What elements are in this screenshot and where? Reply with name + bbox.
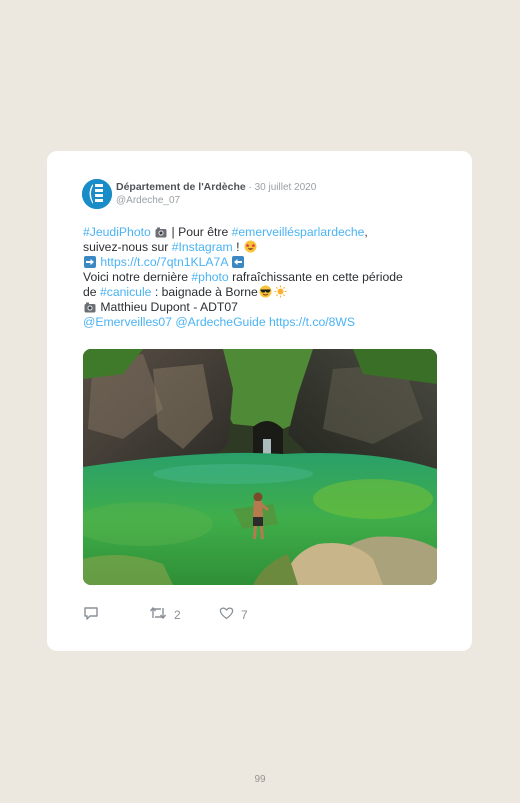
hashtag-link[interactable]: #JeudiPhoto [83,225,151,239]
tweet-photo[interactable] [83,349,437,585]
hashtag-link[interactable]: #photo [191,270,228,284]
tweet-text-segment: de [83,285,100,299]
author-name[interactable]: Département de l'Ardèche [116,181,246,193]
sunglasses-emoji-icon [259,285,272,302]
hashtag-link[interactable]: #canicule [100,285,152,299]
sun-icon [274,285,287,302]
mention-link[interactable]: @Emerveilles07 [83,315,172,329]
hashtag-link[interactable]: #Instagram [172,240,233,254]
reply-button[interactable] [83,606,99,624]
tweet-text: #JeudiPhoto | Pour être #emerveillésparl… [83,225,443,330]
tweet-text-segment: : baignade à Borne [151,285,258,299]
tweet-line: Matthieu Dupont - ADT07 [83,300,443,315]
retweet-button[interactable]: 2 [149,606,181,623]
retweet-icon[interactable] [149,606,167,623]
tweet-card: Département de l'Ardèche · 30 juillet 20… [47,151,472,651]
tweet-line: https://t.co/7qtn1KLA7A [83,255,443,270]
like-count: 7 [241,607,248,622]
photo-credit: Matthieu Dupont - ADT07 [97,300,238,314]
tweet-link[interactable]: https://t.co/8WS [269,315,355,329]
tweet-text-segment: rafraîchissante en cette période [228,270,403,284]
mention-link[interactable]: @ArdecheGuide [175,315,265,329]
tweet-text-segment: suivez-nous sur [83,240,172,254]
like-button[interactable]: 7 [219,606,248,623]
tweet-line: @Emerveilles07 @ArdecheGuide https://t.c… [83,315,443,330]
tweet-text-segment: ! [232,240,240,254]
tweet-link[interactable]: https://t.co/7qtn1KLA7A [100,255,227,269]
tweet-date[interactable]: 30 juillet 2020 [255,182,317,193]
hashtag-link[interactable]: #emerveillésparlardeche [232,225,365,239]
star-struck-emoji-icon [244,240,257,257]
author-handle[interactable]: @Ardeche_07 [116,195,180,206]
tweet-text-segment: , [364,225,368,239]
tweet-text-segment: | Pour être [168,225,232,239]
tweet-author-line: Département de l'Ardèche · 30 juillet 20… [116,181,316,193]
tweet-text-segment: Voici notre dernière [83,270,192,284]
heart-icon[interactable] [219,606,234,623]
page-number: 99 [254,774,266,785]
tweet-line: de #canicule : baignade à Borne [83,285,443,300]
avatar[interactable] [82,179,112,209]
tweet-line: suivez-nous sur #Instagram ! [83,240,443,255]
tweet-actions: 2 7 [83,606,443,622]
retweet-count: 2 [174,607,181,622]
author-separator: · [245,182,255,193]
tweet-line: #JeudiPhoto | Pour être #emerveillésparl… [83,225,443,240]
tweet-line: Voici notre dernière #photo rafraîchissa… [83,270,443,285]
reply-icon[interactable] [83,606,99,624]
